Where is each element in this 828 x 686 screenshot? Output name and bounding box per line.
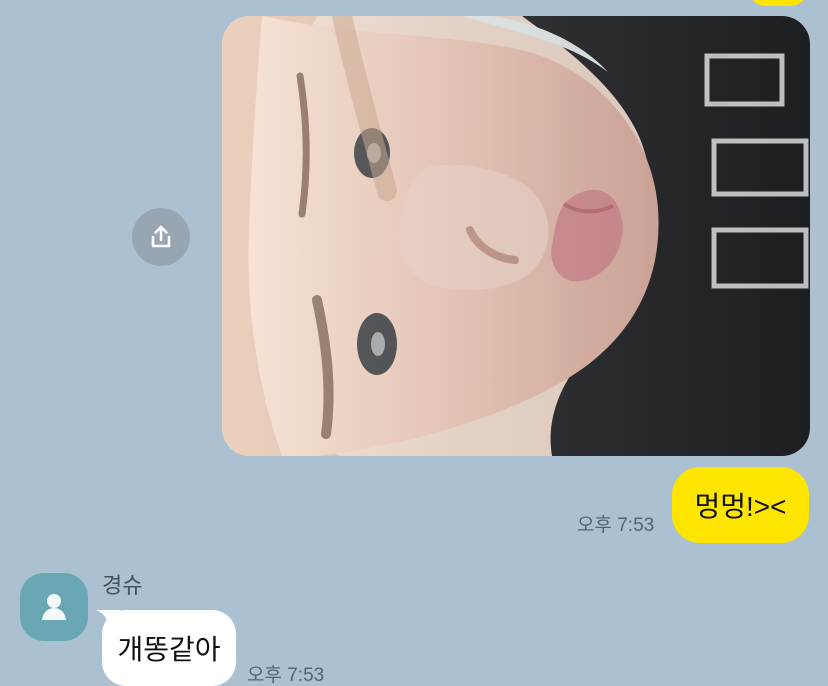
photo-image bbox=[222, 16, 810, 456]
outgoing-message-time: 오후 7:53 bbox=[577, 515, 655, 536]
avatar[interactable] bbox=[20, 573, 88, 641]
previous-outgoing-bubble-fragment bbox=[748, 0, 808, 6]
photo-message[interactable] bbox=[222, 16, 810, 456]
sender-name: 경슈 bbox=[102, 573, 143, 598]
share-upload-icon bbox=[151, 225, 171, 248]
incoming-message-bubble[interactable]: 개똥같아 bbox=[102, 610, 236, 686]
incoming-message-time: 오후 7:53 bbox=[247, 665, 325, 686]
default-person-icon bbox=[42, 594, 66, 620]
share-button[interactable] bbox=[132, 208, 190, 266]
outgoing-message-bubble[interactable]: 멍멍!>< bbox=[672, 467, 809, 543]
